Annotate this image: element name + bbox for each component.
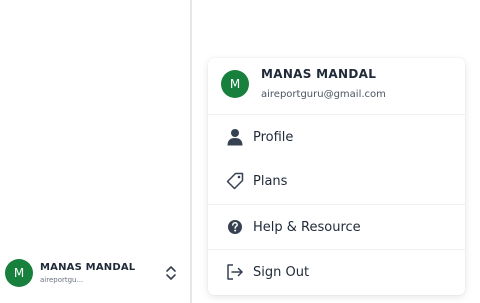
sign-out-icon: [226, 263, 244, 281]
user-email: aireportguru@gmail.com: [261, 89, 386, 100]
account-info: MANAS MANDAL aireportgu...: [40, 262, 135, 284]
account-email: aireportgu...: [40, 275, 84, 284]
user-dropdown-menu: M MANAS MANDAL aireportguru@gmail.com Pr…: [208, 58, 465, 295]
menu-item-sign-out[interactable]: Sign Out: [208, 250, 465, 294]
sidebar: M MANAS MANDAL aireportgu...: [0, 0, 192, 303]
menu-item-label: Profile: [253, 129, 294, 145]
menu-item-label: Sign Out: [253, 264, 310, 280]
account-switcher[interactable]: M MANAS MANDAL aireportgu...: [0, 252, 192, 294]
account-name: MANAS MANDAL: [40, 261, 136, 273]
chevron-up-down-icon[interactable]: [164, 264, 178, 282]
user-icon: [226, 128, 244, 146]
avatar: M: [221, 70, 249, 98]
avatar: M: [5, 259, 33, 287]
menu-item-label: Plans: [253, 173, 288, 189]
help-circle-icon: [226, 218, 244, 236]
app-root: M MANAS MANDAL aireportgu... M MANAS MAN…: [0, 0, 480, 303]
tag-icon: [226, 172, 244, 190]
menu-item-plans[interactable]: Plans: [208, 159, 465, 203]
menu-item-label: Help & Resource: [253, 219, 361, 235]
menu-item-profile[interactable]: Profile: [208, 115, 465, 159]
menu-item-help[interactable]: Help & Resource: [208, 205, 465, 249]
user-name: MANAS MANDAL: [261, 67, 377, 81]
menu-header: M MANAS MANDAL aireportguru@gmail.com: [208, 58, 465, 115]
